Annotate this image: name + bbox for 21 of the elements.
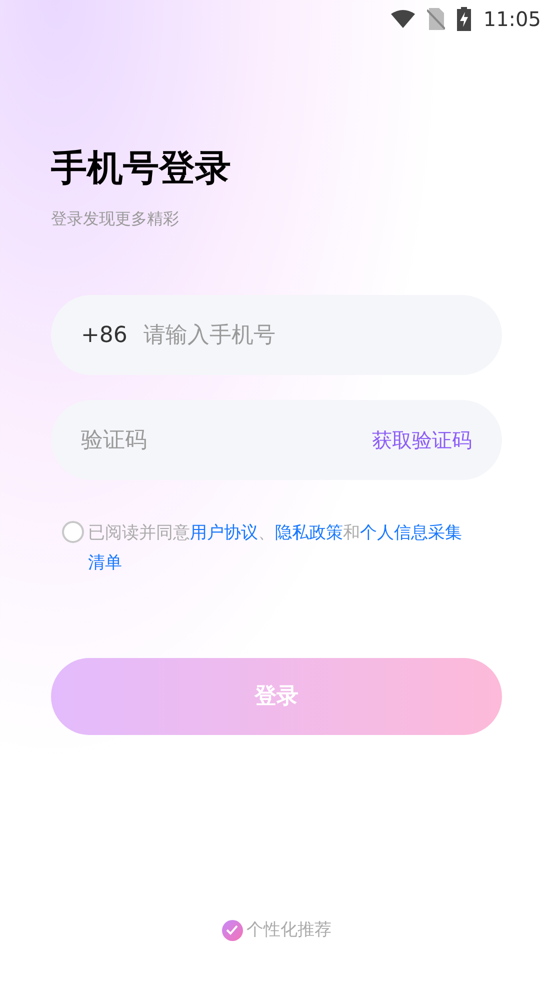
agreement-text: 已阅读并同意用户协议、隐私政策和个人信息采集 清单 — [88, 522, 463, 575]
page-title: 手机号登录 — [51, 147, 232, 191]
code-field-background[interactable]: 验证码 获取验证码 — [51, 400, 502, 480]
code-input[interactable]: 验证码 — [81, 424, 372, 456]
country-code[interactable]: +86 — [81, 318, 128, 352]
agreement-link[interactable]: 隐私政策 — [275, 523, 343, 543]
personalized-checkbox[interactable] — [222, 920, 242, 941]
agreement-link[interactable]: 用户协议 — [190, 523, 258, 543]
battery-charging-icon — [457, 7, 472, 31]
wifi-icon — [391, 10, 416, 28]
agreement-link[interactable]: 清单 — [88, 553, 122, 573]
get-code-button[interactable]: 获取验证码 — [372, 425, 472, 455]
phone-input[interactable]: 请输入手机号 — [143, 318, 472, 352]
no-sim-icon — [427, 8, 446, 30]
page-subtitle: 登录发现更多精彩 — [51, 208, 180, 230]
agreement-checkbox[interactable] — [62, 521, 84, 543]
personalized-label: 个性化推荐 — [246, 918, 332, 942]
status-time: 11:05 — [483, 6, 541, 33]
agreement-link[interactable]: 个人信息采集 — [360, 523, 462, 543]
phone-field-background[interactable]: +86 请输入手机号 — [51, 295, 502, 375]
check-icon — [226, 925, 238, 936]
